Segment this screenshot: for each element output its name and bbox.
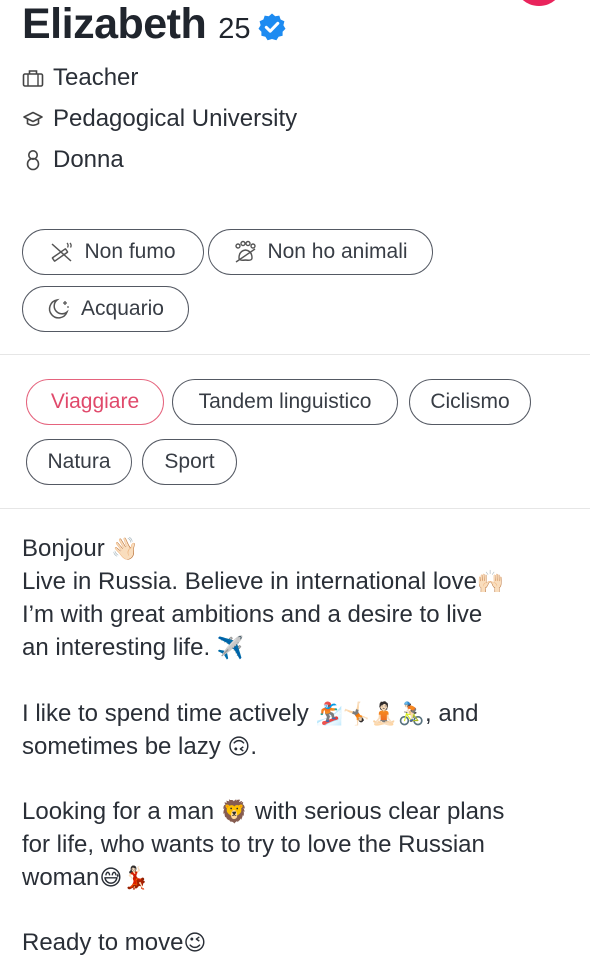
chip-non-ho-animali[interactable]: Non ho animali [208, 229, 433, 275]
graduation-cap-icon [22, 108, 44, 130]
upside-down-face-emoji: 🙃 [227, 734, 251, 759]
bio-text: Bonjour 👋🏻 Live in Russia. Believe in in… [22, 532, 582, 664]
activities-emoji: 🏂🏻🤸🏻🧘🏻🚴🏻 [315, 701, 426, 726]
grinning-sweat-emoji: 😅 [99, 865, 123, 890]
section-divider [0, 508, 590, 509]
bio-text: Looking for a man 🦁 with serious clear p… [22, 795, 582, 894]
chip-acquario[interactable]: Acquario [22, 286, 189, 332]
paw-icon [233, 240, 257, 264]
bio-line: sometimes be lazy 🙃. [22, 730, 582, 763]
airplane-emoji: ✈️ [216, 635, 245, 660]
person-icon [22, 149, 44, 171]
job-text: Teacher [53, 64, 139, 91]
raised-hands-emoji: 🙌🏻 [476, 569, 505, 594]
chip-natura[interactable]: Natura [26, 439, 132, 485]
chip-tandem-linguistico[interactable]: Tandem linguistico [172, 379, 398, 425]
verified-badge-icon [258, 13, 286, 41]
bio-line: Ready to move😉 [22, 926, 582, 959]
chip-non-fumo[interactable]: Non fumo [22, 229, 204, 275]
dancer-emoji: 💃🏻 [122, 865, 150, 890]
bio-text: Ready to move😉 [22, 926, 582, 959]
bio-text: I like to spend time actively 🏂🏻🤸🏻🧘🏻🚴🏻, … [22, 697, 582, 763]
profile-page: Elizabeth 25 Teacher Pedagogical Univers… [0, 0, 590, 960]
school-row: Pedagogical University [22, 105, 297, 133]
job-row: Teacher [22, 64, 138, 92]
chip-label: Sport [164, 450, 215, 473]
gender-text: Donna [53, 146, 124, 173]
lion-emoji: 🦁 [220, 799, 249, 824]
bio-line: I’m with great ambitions and a desire to… [22, 601, 483, 628]
section-divider [0, 354, 590, 355]
chip-label: Non ho animali [267, 240, 408, 263]
winking-face-emoji: 😉 [183, 930, 207, 955]
bio-line: Bonjour 👋🏻 [22, 532, 582, 565]
chip-label: Non fumo [84, 240, 176, 263]
briefcase-icon [22, 67, 44, 89]
chip-viaggiare[interactable]: Viaggiare [26, 379, 164, 425]
bio-line: Live in Russia. Believe in international… [22, 565, 582, 598]
chip-label: Viaggiare [50, 390, 140, 413]
chip-label: Acquario [81, 297, 164, 320]
profile-name: Elizabeth [22, 0, 207, 48]
no-smoking-icon [50, 240, 74, 264]
bio-line: an interesting life. ✈️ [22, 631, 582, 664]
bio-line: for life, who wants to try to love the R… [22, 831, 485, 858]
chip-label: Ciclismo [430, 390, 510, 413]
gender-row: Donna [22, 146, 124, 174]
chip-sport[interactable]: Sport [142, 439, 237, 485]
profile-header: Elizabeth 25 [22, 0, 287, 52]
school-text: Pedagogical University [53, 105, 298, 132]
waving-hand-emoji: 👋🏻 [111, 536, 139, 561]
bio-line: Looking for a man 🦁 with serious clear p… [22, 795, 582, 828]
bio-line: woman😅💃🏻 [22, 861, 582, 894]
chip-label: Tandem linguistico [198, 390, 372, 413]
profile-age: 25 [218, 13, 251, 45]
chip-ciclismo[interactable]: Ciclismo [409, 379, 531, 425]
chip-label: Natura [47, 450, 111, 473]
bio-line: I like to spend time actively 🏂🏻🤸🏻🧘🏻🚴🏻, … [22, 697, 582, 730]
corner-action-button[interactable] [514, 0, 564, 6]
moon-stars-icon [47, 297, 71, 321]
